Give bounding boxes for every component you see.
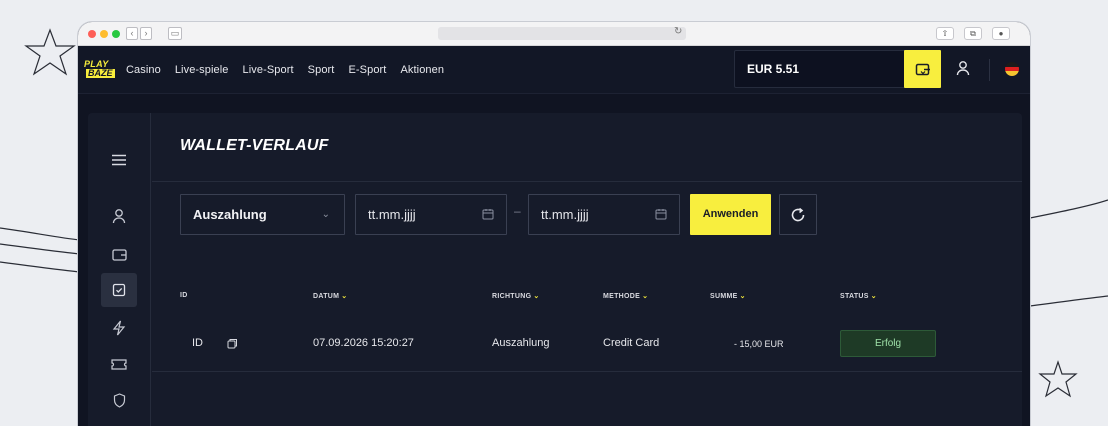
page-title: WALLET-VERLAUF [180,137,329,154]
date-range-separator: – [514,204,521,218]
sidebar-item-history[interactable] [101,273,137,307]
row-id: ID [192,337,203,349]
refresh-icon [791,207,805,221]
header-divider [152,181,1022,182]
nav-link-live-sport[interactable]: Live-Sport [243,64,294,76]
nav-link-sport[interactable]: Sport [308,64,335,76]
back-button[interactable]: ‹ [126,27,138,40]
ticket-icon [111,358,127,370]
history-icon [112,283,126,297]
row-direction: Auszahlung [492,337,550,349]
tabs-icon[interactable]: ⧉ [964,27,982,40]
nav-link-live-spiele[interactable]: Live-spiele [175,64,229,76]
user-icon [956,61,970,76]
column-header-method[interactable]: METHODE ⌄ [603,292,648,300]
sidebar-toggle-icon[interactable]: ▭ [168,27,182,40]
date-to-field[interactable]: tt.mm.jjjj [528,194,680,235]
browser-window: ‹ › ▭ ↻ ⇧ ⧉ ● PLAY BAZE Casino Live-spie… [78,22,1030,426]
refresh-button[interactable] [779,194,817,235]
bolt-icon [112,320,126,336]
minimize-window-button[interactable] [100,30,108,38]
share-icon[interactable]: ⇧ [936,27,954,40]
browser-toolbar: ‹ › ▭ ↻ ⇧ ⧉ ● [78,22,1030,46]
sort-chevron-icon: ⌄ [533,293,540,300]
row-method: Credit Card [603,337,660,349]
wallet-icon [915,63,930,76]
user-icon [112,209,126,224]
de-flag-icon[interactable] [1005,62,1019,76]
column-header-amount[interactable]: SUMME ⌄ [710,292,746,300]
nav-divider [989,59,990,81]
sidebar-item-wallet[interactable] [101,237,137,271]
date-from-field[interactable]: tt.mm.jjjj [355,194,507,235]
transaction-type-select[interactable]: Auszahlung ⌄ [180,194,345,235]
column-header-direction[interactable]: RICHTUNG ⌄ [492,292,540,300]
close-window-button[interactable] [88,30,96,38]
row-date: 07.09.2026 15:20:27 [313,337,414,349]
main-nav-links: Casino Live-spiele Live-Sport Sport E-Sp… [126,64,444,76]
calendar-icon [655,209,667,220]
calendar-icon [482,209,494,220]
address-bar[interactable] [438,27,686,40]
account-sidebar [88,113,151,426]
sidebar-item-menu[interactable] [101,143,137,177]
account-button[interactable] [956,60,970,81]
sort-chevron-icon: ⌄ [739,293,746,300]
star-icon [24,28,76,76]
deposit-button[interactable] [904,50,941,88]
download-icon[interactable]: ● [992,27,1010,40]
playbaze-logo[interactable]: PLAY BAZE [84,58,118,82]
column-header-status[interactable]: STATUS ⌄ [840,292,877,300]
sidebar-item-bonus[interactable] [101,311,137,345]
wallet-icon [111,248,127,261]
nav-link-casino[interactable]: Casino [126,64,161,76]
row-divider [152,371,1022,372]
nav-link-e-sport[interactable]: E-Sport [348,64,386,76]
column-header-date[interactable]: DATUM ⌄ [313,292,347,300]
star-icon [1038,360,1078,398]
wallet-history-panel: WALLET-VERLAUF Auszahlung ⌄ tt.mm.jjjj –… [88,113,1022,426]
top-navigation: PLAY BAZE Casino Live-spiele Live-Sport … [78,46,1030,94]
apply-button[interactable]: Anwenden [690,194,771,235]
sort-chevron-icon: ⌄ [341,293,348,300]
row-amount: - 15,00 EUR [734,339,784,349]
copy-icon[interactable] [227,338,238,352]
sidebar-item-profile[interactable] [101,199,137,233]
forward-button[interactable]: › [140,27,152,40]
maximize-window-button[interactable] [112,30,120,38]
chevron-down-icon: ⌄ [321,209,330,220]
column-header-id: ID [180,292,188,299]
sidebar-item-tickets[interactable] [101,347,137,381]
menu-icon [112,154,126,166]
nav-link-aktionen[interactable]: Aktionen [400,64,444,76]
sidebar-item-security[interactable] [101,383,137,417]
reload-icon[interactable]: ↻ [674,26,682,37]
status-badge: Erfolg [840,330,936,357]
sort-chevron-icon: ⌄ [870,293,877,300]
shield-icon [113,392,125,408]
sort-chevron-icon: ⌄ [642,293,649,300]
